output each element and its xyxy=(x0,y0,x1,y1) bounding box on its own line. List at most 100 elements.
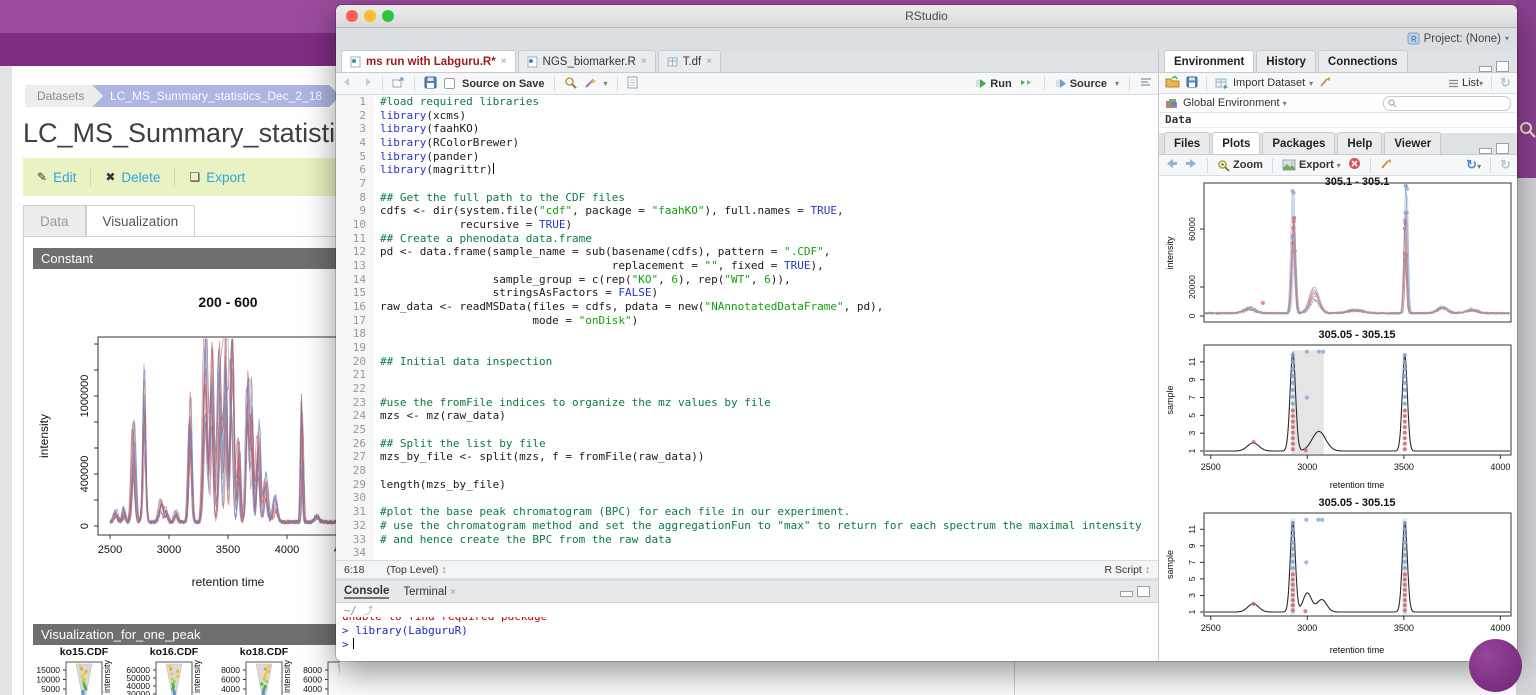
clear-plots-icon[interactable] xyxy=(1380,158,1393,173)
code-line[interactable]: 25 xyxy=(336,423,1158,437)
minimize-pane-icon[interactable] xyxy=(1479,66,1492,72)
save-icon[interactable] xyxy=(424,76,437,92)
code-line[interactable]: 29length(mzs_by_file) xyxy=(336,478,1158,492)
tab-t-df[interactable]: T.df× xyxy=(658,50,721,72)
code-line[interactable]: 32# use the chromatogram method and set … xyxy=(336,519,1158,533)
code-line[interactable]: 16raw_data <- readMSData(files = cdfs, p… xyxy=(336,300,1158,314)
code-line[interactable]: 5library(pander) xyxy=(336,150,1158,164)
tab-packages[interactable]: Packages xyxy=(1262,132,1335,154)
rerun-button[interactable] xyxy=(1020,77,1034,91)
code-line[interactable]: 17 mode = "onDisk") xyxy=(336,314,1158,328)
code-tools-caret[interactable]: ▾ xyxy=(604,79,608,88)
console-output[interactable]: unable to find required package> library… xyxy=(336,617,1158,661)
environment-search-input[interactable] xyxy=(1383,96,1511,111)
zoom-plot-button[interactable]: Zoom xyxy=(1217,159,1263,172)
code-line[interactable]: 19 xyxy=(336,341,1158,355)
code-line[interactable]: 21 xyxy=(336,368,1158,382)
code-line[interactable]: 12pd <- data.frame(sample_name = sub(bas… xyxy=(336,245,1158,259)
file-type-selector[interactable]: R Script ↕ xyxy=(1104,564,1150,576)
export-plot-button[interactable]: Export▾ xyxy=(1282,159,1341,171)
code-line[interactable]: 34 xyxy=(336,546,1158,560)
chat-widget-button[interactable] xyxy=(1469,639,1522,692)
code-line[interactable]: 7 xyxy=(336,177,1158,191)
code-line[interactable]: 1#load required libraries xyxy=(336,95,1158,109)
code-line[interactable]: 15 stringsAsFactors = FALSE) xyxy=(336,286,1158,300)
code-line[interactable]: 33# and hence create the BPC from the ra… xyxy=(336,533,1158,547)
popout-icon[interactable] xyxy=(392,77,405,91)
environment-scope[interactable]: Global Environment ▾ xyxy=(1183,97,1287,109)
import-dataset-button[interactable]: Import Dataset▾ xyxy=(1215,77,1313,89)
delete-button[interactable]: ✖Delete xyxy=(105,170,160,185)
code-line[interactable]: 20## Initial data inspection xyxy=(336,355,1158,369)
load-workspace-icon[interactable] xyxy=(1165,76,1180,91)
tab-connections[interactable]: Connections xyxy=(1318,50,1408,72)
tab-help[interactable]: Help xyxy=(1337,132,1382,154)
code-line[interactable]: 4library(RColorBrewer) xyxy=(336,136,1158,150)
previous-plot-icon[interactable] xyxy=(1165,158,1178,172)
code-line[interactable]: 27mzs_by_file <- split(mzs, f = fromFile… xyxy=(336,450,1158,464)
code-line[interactable]: 9cdfs <- dir(system.file("cdf", package … xyxy=(336,204,1158,218)
code-line[interactable]: 10 recursive = TRUE) xyxy=(336,218,1158,232)
tab-ngs-biomarker[interactable]: NGS_biomarker.R× xyxy=(518,50,656,72)
next-plot-icon[interactable] xyxy=(1185,158,1198,172)
tab-data[interactable]: Data xyxy=(23,205,86,238)
project-menu[interactable]: R Project: (None)▾ xyxy=(1407,32,1509,45)
scope-selector[interactable]: (Top Level) ↕ xyxy=(386,564,446,576)
save-workspace-icon[interactable] xyxy=(1186,76,1198,91)
clear-environment-icon[interactable] xyxy=(1319,76,1332,91)
close-tab-icon[interactable]: × xyxy=(501,56,507,67)
code-line[interactable]: 14 sample_group = c(rep("KO", 6), rep("W… xyxy=(336,273,1158,287)
remove-plot-icon[interactable] xyxy=(1348,157,1361,173)
refresh-plots-icon[interactable]: ↻ xyxy=(1500,157,1511,173)
code-line[interactable]: 22 xyxy=(336,382,1158,396)
export-button[interactable]: ❏Export xyxy=(189,170,245,185)
code-line[interactable]: 13 replacement = "", fixed = TRUE), xyxy=(336,259,1158,273)
tab-console[interactable]: Console xyxy=(344,585,389,599)
source-on-save-checkbox[interactable] xyxy=(444,78,455,89)
close-tab-icon[interactable]: × xyxy=(706,56,712,67)
tab-plots[interactable]: Plots xyxy=(1212,132,1260,154)
tab-history[interactable]: History xyxy=(1256,50,1316,72)
tab-environment[interactable]: Environment xyxy=(1164,50,1254,72)
code-line[interactable]: 11## Create a phenodata data.frame xyxy=(336,232,1158,246)
edit-button[interactable]: ✎Edit xyxy=(37,170,76,185)
forward-icon[interactable] xyxy=(361,77,373,90)
code-line[interactable]: 28 xyxy=(336,464,1158,478)
tab-files[interactable]: Files xyxy=(1164,132,1210,154)
minimize-pane-icon[interactable] xyxy=(1120,591,1133,597)
code-line[interactable]: 2library(xcms) xyxy=(336,109,1158,123)
code-line[interactable]: 18 xyxy=(336,327,1158,341)
outline-icon[interactable] xyxy=(1140,77,1152,90)
code-line[interactable]: 24mzs <- mz(raw_data) xyxy=(336,409,1158,423)
refresh-environment-icon[interactable]: ↻ xyxy=(1500,75,1511,91)
tab-visualization[interactable]: Visualization xyxy=(86,205,196,238)
tab-viewer[interactable]: Viewer xyxy=(1384,132,1441,154)
close-tab-icon[interactable]: × xyxy=(641,56,647,67)
search-icon[interactable] xyxy=(1518,120,1536,140)
maximize-pane-icon[interactable] xyxy=(1496,61,1509,72)
find-icon[interactable] xyxy=(564,76,577,92)
code-line[interactable]: 3library(faahKO) xyxy=(336,122,1158,136)
code-line[interactable]: 8## Get the full path to the CDF files xyxy=(336,191,1158,205)
tab-terminal[interactable]: Terminal × xyxy=(403,586,456,598)
maximize-pane-icon[interactable] xyxy=(1137,586,1150,597)
run-button[interactable]: Run xyxy=(975,78,1011,90)
code-line[interactable]: 6library(magrittr) xyxy=(336,163,1158,177)
window-titlebar[interactable]: RStudio xyxy=(336,5,1517,28)
source-caret[interactable]: ▾ xyxy=(1115,79,1119,88)
code-line[interactable]: 30 xyxy=(336,491,1158,505)
code-line[interactable]: 23#use the fromFile indices to organize … xyxy=(336,396,1158,410)
breadcrumb-datasets[interactable]: Datasets xyxy=(25,85,102,107)
list-view-button[interactable]: List▾ xyxy=(1448,77,1483,89)
code-line[interactable]: 31#plot the base peak chromatogram (BPC)… xyxy=(336,505,1158,519)
maximize-pane-icon[interactable] xyxy=(1496,143,1509,154)
tab-ms-run[interactable]: ms run with Labguru.R*× xyxy=(341,50,516,72)
code-line[interactable]: 26## Split the list by file xyxy=(336,437,1158,451)
compile-report-icon[interactable] xyxy=(627,76,638,92)
publish-icon[interactable]: ↻▾ xyxy=(1466,157,1481,173)
back-icon[interactable] xyxy=(342,77,354,90)
minimize-pane-icon[interactable] xyxy=(1479,148,1492,154)
code-editor[interactable]: 1#load required libraries2library(xcms)3… xyxy=(336,95,1158,560)
code-tools-icon[interactable] xyxy=(584,76,597,92)
source-button[interactable]: Source xyxy=(1055,78,1107,90)
